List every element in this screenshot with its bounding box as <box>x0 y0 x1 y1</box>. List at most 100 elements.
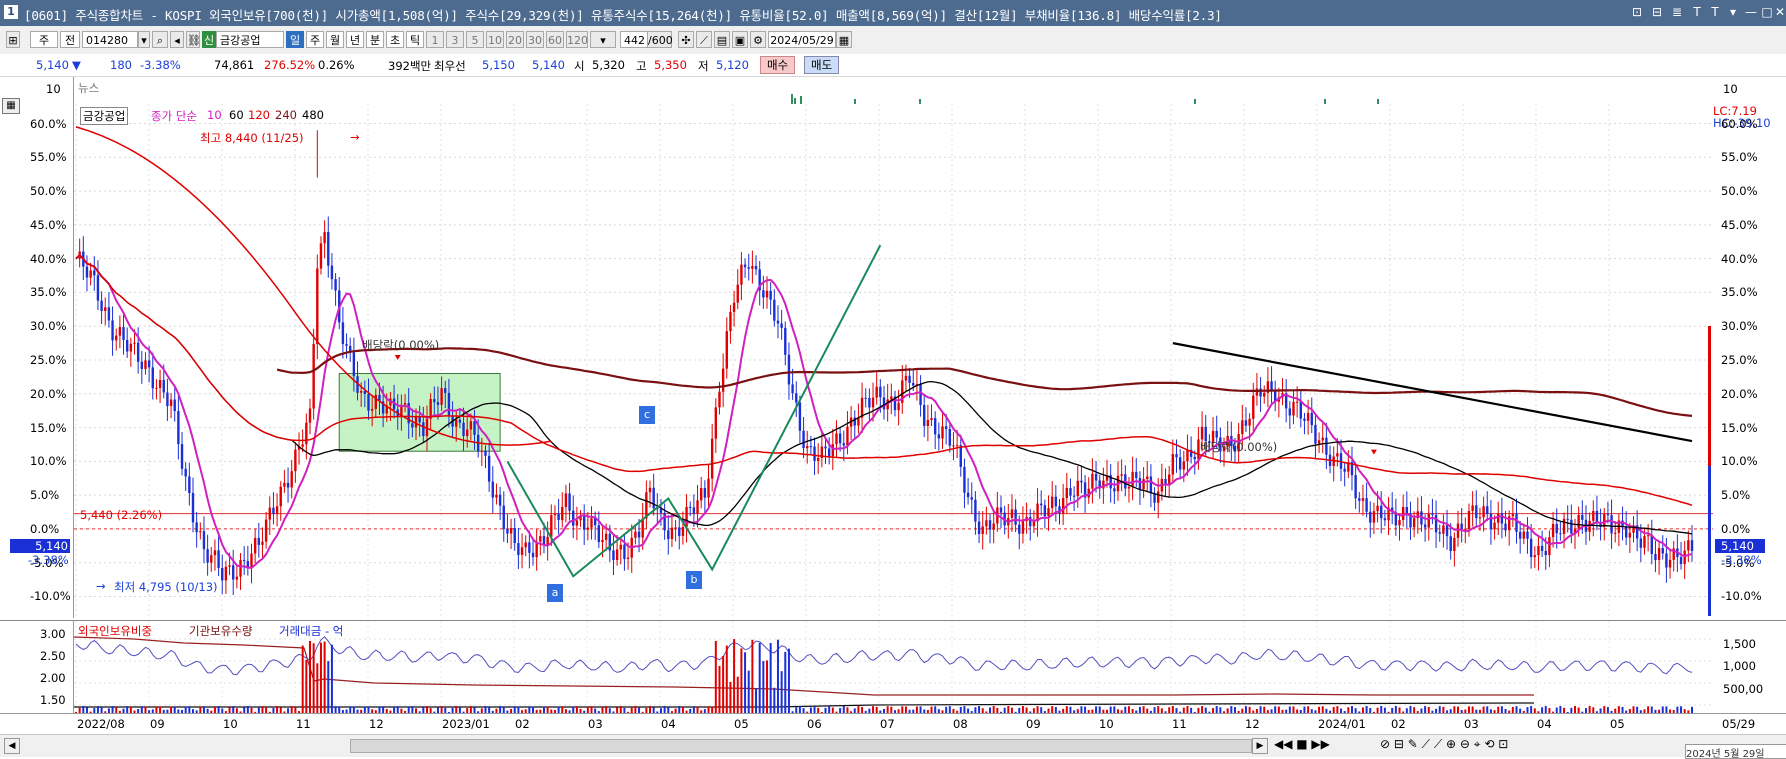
search-icon[interactable]: ⌕ <box>152 31 168 48</box>
font-large-icon[interactable]: T <box>1690 5 1704 19</box>
scroll-left-icon[interactable]: ◀ <box>4 738 20 754</box>
candle-body <box>1135 471 1138 479</box>
candle-body <box>787 354 791 385</box>
maximize-icon[interactable]: □ <box>1760 5 1774 19</box>
interval-60-button[interactable]: 60 <box>546 31 564 48</box>
lower-right-tick: 500,00 <box>1723 682 1764 696</box>
menu-dropdown-icon[interactable]: ▾ <box>1726 5 1740 19</box>
candle-body <box>637 531 641 538</box>
candle-body <box>1548 537 1551 556</box>
interval-120-button[interactable]: 120 <box>566 31 588 48</box>
save-icon[interactable]: ▣ <box>732 31 748 48</box>
legend-foreign-ratio: 외국인보유비중 <box>78 624 153 638</box>
trendline-icon[interactable]: ⟋ <box>696 31 712 48</box>
candle-body <box>798 402 802 431</box>
stock-code-input[interactable]: 014280 <box>82 31 138 48</box>
legend-stock-name: 금강공업 <box>80 107 129 125</box>
gear-icon[interactable]: ⚙ <box>750 31 766 48</box>
period-tick-button[interactable]: 틱 <box>406 31 424 48</box>
calendar-icon[interactable]: ▦ <box>836 31 852 48</box>
y-tick-left: 20.0% <box>30 386 67 401</box>
scrollbar-thumb[interactable] <box>350 739 1252 753</box>
foreign-ratio-line <box>74 636 1534 696</box>
candle-body <box>334 279 337 291</box>
grid-toggle-icon[interactable]: ▦ <box>2 98 20 114</box>
code-dropdown-icon[interactable]: ▾ <box>138 31 150 48</box>
candle-body <box>1383 518 1387 521</box>
dividend-annotation-2: 배당락(0.00%) <box>1200 440 1278 454</box>
candle-body <box>1489 514 1493 530</box>
sell-button[interactable]: 매도 <box>804 56 840 74</box>
interval-20-button[interactable]: 20 <box>506 31 524 48</box>
candle-body <box>268 507 271 520</box>
buy-button[interactable]: 매수 <box>760 56 796 74</box>
interval-1-button[interactable]: 1 <box>426 31 444 48</box>
scroll-right-icon[interactable]: ▶ <box>1252 738 1268 754</box>
candle-body <box>129 343 133 352</box>
chart-type-icon[interactable]: ▤ <box>714 31 730 48</box>
price-pane[interactable]: 금강공업 종가 단순 10 60 120 240 480 최고 8,440 (1… <box>73 104 1715 618</box>
playback-controls[interactable]: ◀◀ ■ ▶▶ <box>1274 737 1330 751</box>
candle-body <box>773 299 776 321</box>
pin-icon[interactable]: ⊞ <box>6 31 20 48</box>
link-icon[interactable]: ⛓ <box>186 31 201 48</box>
candle-body <box>1248 418 1251 426</box>
interval-custom-select[interactable]: ▾ <box>590 31 616 48</box>
close-icon[interactable]: ✕ <box>1773 5 1786 19</box>
candle-body <box>1665 553 1668 568</box>
candle-body <box>1577 515 1580 530</box>
candle-body <box>180 444 184 469</box>
candle-body <box>1054 496 1058 507</box>
lower-pane[interactable]: 외국인보유비중 기관보유수량 거래대금 - 억 <box>73 620 1715 714</box>
low-annotation: 최저 4,795 (10/13) <box>114 580 218 594</box>
quote-bar: 5,140 ▼ 180 -3.38% 74,861 276.52% 0.26% … <box>0 54 1786 77</box>
candle-body <box>952 445 955 447</box>
candle-body <box>414 416 418 428</box>
y-tick-left: 15.0% <box>30 420 67 435</box>
y-tick-left: 55.0% <box>30 150 67 165</box>
minimize-icon[interactable]: — <box>1744 5 1758 19</box>
speaker-icon[interactable]: ◂ <box>170 31 184 48</box>
market-select-2[interactable]: 전 <box>60 31 80 48</box>
list-icon[interactable]: ≣ <box>1670 5 1684 19</box>
count-input[interactable]: 442 <box>620 31 648 48</box>
candle-body <box>1343 468 1346 472</box>
y-tick-right: 40.0% <box>1721 251 1758 266</box>
period-week-button[interactable]: 주 <box>306 31 324 48</box>
period-day-button[interactable]: 일 <box>286 31 304 48</box>
market-select[interactable]: 주 <box>30 31 58 48</box>
volume-ratio: 276.52% <box>264 58 316 72</box>
candle-body <box>1142 479 1145 490</box>
restore-icon[interactable]: ⊡ <box>1630 5 1644 19</box>
layout-icon[interactable]: ⊟ <box>1650 5 1664 19</box>
price-change: 180 <box>110 58 132 72</box>
date-input[interactable]: 2024/05/29 <box>768 31 836 48</box>
candle-body <box>1515 514 1518 532</box>
candle-body <box>1500 513 1504 524</box>
news-pane[interactable]: 뉴스 <box>73 77 1715 105</box>
interval-30-button[interactable]: 30 <box>526 31 544 48</box>
stock-name-field[interactable]: 금강공업 <box>216 31 284 48</box>
drawing-tools-icons[interactable]: ⊘ ⊟ ✎ ⟋ ⟋ ⊕ ⊖ ⌖ ⟲ ⊡ <box>1380 737 1508 752</box>
crosshair-icon[interactable]: ✣ <box>678 31 694 48</box>
interval-10-button[interactable]: 10 <box>486 31 504 48</box>
candle-body <box>257 537 261 545</box>
candle-body <box>228 565 231 567</box>
y-tick-left: 50.0% <box>30 184 67 199</box>
period-second-button[interactable]: 초 <box>386 31 404 48</box>
candle-body <box>908 375 911 383</box>
candle-body <box>597 525 601 543</box>
period-year-button[interactable]: 년 <box>346 31 364 48</box>
date-axis: 2022/08 09 10 11 12 2023/01 02 03 04 05 06 07 08 09 10… <box>0 713 1786 735</box>
period-month-button[interactable]: 월 <box>326 31 344 48</box>
period-minute-button[interactable]: 분 <box>366 31 384 48</box>
interval-3-button[interactable]: 3 <box>446 31 464 48</box>
candle-body <box>575 520 579 526</box>
font-small-icon[interactable]: T <box>1708 5 1722 19</box>
interval-5-button[interactable]: 5 <box>466 31 484 48</box>
y-tick-left: 35.0% <box>30 285 67 300</box>
y-tick-right: 5.0% <box>1721 488 1751 503</box>
candle-body <box>370 408 374 411</box>
date-tick: 03 <box>1464 717 1479 731</box>
volume-bar <box>755 688 758 714</box>
